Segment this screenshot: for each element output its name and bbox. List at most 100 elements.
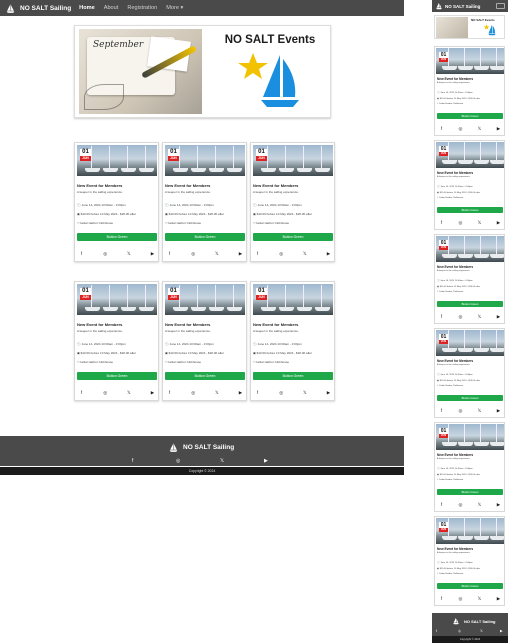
facebook-icon[interactable]: f	[79, 251, 84, 256]
event-cost-text: $10.00 before 10 May 2024 - $20.00 after	[439, 286, 481, 288]
facebook-icon[interactable]: f	[255, 390, 260, 395]
mobile-event-card: 01 JUN New Event for Members A keeper in th…	[434, 234, 505, 324]
instagram-icon[interactable]: ◎	[458, 314, 463, 319]
x-twitter-icon[interactable]: 𝕏	[214, 251, 219, 256]
facebook-icon[interactable]: f	[436, 629, 437, 633]
marina-photo: 01 JUN	[436, 330, 504, 356]
date-month: JUN	[439, 528, 448, 532]
calendar-month-text: September	[93, 40, 144, 50]
x-twitter-icon[interactable]: 𝕏	[214, 390, 219, 395]
youtube-icon[interactable]: ▶	[238, 390, 243, 395]
hamburger-menu-icon[interactable]	[496, 3, 505, 9]
x-twitter-icon[interactable]: 𝕏	[477, 220, 482, 225]
brand-logo[interactable]: NO SALT Sailing	[5, 3, 71, 14]
youtube-icon[interactable]: ▶	[150, 390, 155, 395]
instagram-icon[interactable]: ◎	[458, 629, 461, 633]
event-location: ⌾ Cedar Harbor Clubhouse	[437, 291, 464, 293]
boat-mast-image	[285, 285, 286, 307]
date-month: JUN	[439, 434, 448, 438]
x-twitter-icon[interactable]: 𝕏	[302, 251, 307, 256]
instagram-icon[interactable]: ◎	[458, 408, 463, 413]
youtube-icon[interactable]: ▶	[496, 596, 501, 601]
x-twitter-icon[interactable]: 𝕏	[126, 390, 131, 395]
nav-about[interactable]: About	[104, 5, 119, 11]
boat-mast-image	[464, 142, 465, 160]
boat-hull-image	[458, 536, 473, 540]
facebook-icon[interactable]: f	[439, 126, 444, 131]
event-when-text: June 14, 2024 10:00am - 3:00pm	[257, 203, 302, 207]
event-card: 01 JUN New Event for Members A keeper in th…	[162, 142, 247, 262]
youtube-icon[interactable]: ▶	[500, 629, 503, 633]
nav-registration[interactable]: Registration	[127, 5, 157, 11]
date-month: JUN	[439, 340, 448, 344]
facebook-icon[interactable]: f	[439, 596, 444, 601]
youtube-icon[interactable]: ▶	[150, 251, 155, 256]
x-twitter-icon[interactable]: 𝕏	[126, 251, 131, 256]
x-twitter-icon[interactable]: 𝕏	[477, 126, 482, 131]
event-description: A keeper in the sailing experience.	[437, 270, 471, 272]
youtube-icon[interactable]: ▶	[496, 220, 501, 225]
facebook-icon[interactable]: f	[439, 408, 444, 413]
youtube-icon[interactable]: ▶	[326, 390, 331, 395]
instagram-icon[interactable]: ◎	[279, 390, 284, 395]
x-twitter-icon[interactable]: 𝕏	[302, 390, 307, 395]
event-action-button[interactable]: Button Green	[253, 372, 333, 380]
instagram-icon[interactable]: ◎	[103, 251, 108, 256]
mobile-brand-logo[interactable]: NO SALT Sailing	[435, 2, 480, 10]
event-cost-text: $10.00 before 10 May 2024 - $20.00 after	[168, 351, 225, 355]
x-twitter-icon[interactable]: 𝕏	[220, 458, 224, 464]
youtube-icon[interactable]: ▶	[264, 458, 268, 464]
x-twitter-icon[interactable]: 𝕏	[477, 408, 482, 413]
instagram-icon[interactable]: ◎	[191, 251, 196, 256]
mobile-event-card: 01 JUN New Event for Members A keeper in th…	[434, 328, 505, 418]
event-action-button[interactable]: Button Green	[437, 113, 503, 119]
facebook-icon[interactable]: f	[167, 251, 172, 256]
event-description: A keeper in the sailing experience.	[77, 329, 123, 333]
event-action-button[interactable]: Button Green	[253, 233, 333, 241]
event-action-button[interactable]: Button Green	[437, 583, 503, 589]
mobile-brand-name: NO SALT Sailing	[445, 3, 481, 9]
mobile-navbar: NO SALT Sailing	[432, 0, 508, 12]
youtube-icon[interactable]: ▶	[496, 314, 501, 319]
event-action-button[interactable]: Button Green	[437, 489, 503, 495]
event-action-button[interactable]: Button Green	[165, 372, 245, 380]
youtube-icon[interactable]: ▶	[496, 126, 501, 131]
instagram-icon[interactable]: ◎	[279, 251, 284, 256]
nav-more-dropdown[interactable]: More ▾	[166, 5, 183, 11]
facebook-icon[interactable]: f	[439, 502, 444, 507]
facebook-icon[interactable]: f	[255, 251, 260, 256]
instagram-icon[interactable]: ◎	[458, 596, 463, 601]
youtube-icon[interactable]: ▶	[238, 251, 243, 256]
facebook-icon[interactable]: f	[132, 458, 133, 464]
event-action-button[interactable]: Button Green	[77, 372, 157, 380]
instagram-icon[interactable]: ◎	[103, 390, 108, 395]
youtube-icon[interactable]: ▶	[496, 502, 501, 507]
x-twitter-icon[interactable]: 𝕏	[477, 502, 482, 507]
facebook-icon[interactable]: f	[79, 390, 84, 395]
marina-photo: 01 JUN	[436, 142, 504, 168]
youtube-icon[interactable]: ▶	[496, 408, 501, 413]
instagram-icon[interactable]: ◎	[458, 220, 463, 225]
copyright: Copyright © 2024	[0, 467, 404, 475]
event-action-button[interactable]: Button Green	[165, 233, 245, 241]
instagram-icon[interactable]: ◎	[191, 390, 196, 395]
facebook-icon[interactable]: f	[167, 390, 172, 395]
event-action-button[interactable]: Button Green	[77, 233, 157, 241]
instagram-icon[interactable]: ◎	[458, 502, 463, 507]
x-twitter-icon[interactable]: 𝕏	[477, 314, 482, 319]
date-day: 01	[170, 288, 177, 294]
youtube-icon[interactable]: ▶	[326, 251, 331, 256]
event-action-button[interactable]: Button Green	[437, 301, 503, 307]
instagram-icon[interactable]: ◎	[176, 458, 180, 464]
event-when: 🕘 June 14, 2024 10:00am - 3:00pm	[437, 562, 473, 564]
instagram-icon[interactable]: ◎	[458, 126, 463, 131]
x-twitter-icon[interactable]: 𝕏	[480, 629, 483, 633]
event-action-button[interactable]: Button Green	[437, 395, 503, 401]
event-location: ⌾ Cedar Harbor Clubhouse	[253, 360, 289, 364]
facebook-icon[interactable]: f	[439, 314, 444, 319]
event-action-button[interactable]: Button Green	[437, 207, 503, 213]
facebook-icon[interactable]: f	[439, 220, 444, 225]
nav-home[interactable]: Home	[79, 5, 95, 11]
x-twitter-icon[interactable]: 𝕏	[477, 596, 482, 601]
mobile-event-card: 01 JUN New Event for Members A keeper in th…	[434, 46, 505, 136]
